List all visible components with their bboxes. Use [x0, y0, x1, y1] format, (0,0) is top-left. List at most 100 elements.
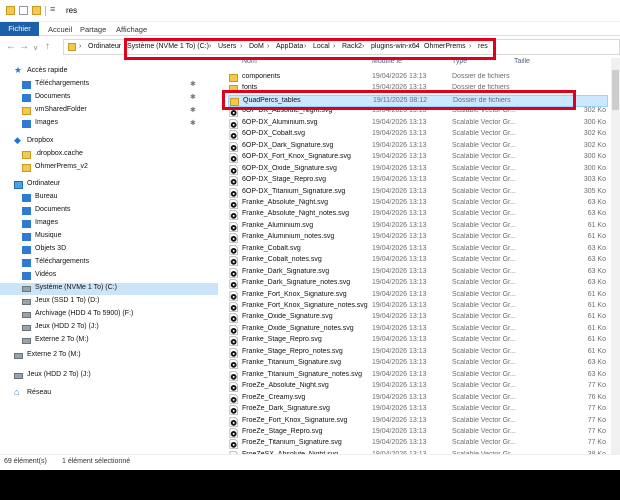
folder-row[interactable]: QuadPercs_tables 19/11/2025 08:12 Dossier …	[228, 94, 608, 107]
file-row[interactable]: FroeZe_Stage_Repro.svg 19/04/2026 13:13 Sc…	[228, 427, 608, 439]
tab-home[interactable]: Accueil	[48, 25, 72, 34]
nav-item[interactable]: .dropbox.cache	[22, 149, 200, 161]
breadcrumb-item[interactable]: Local	[313, 43, 330, 50]
breadcrumb-chevron-icon[interactable]: ›	[267, 43, 269, 50]
nav-item[interactable]: Images ✱	[22, 118, 200, 130]
nav-item[interactable]: Système (NVMe 1 To) (C:)	[0, 283, 218, 295]
pin-icon[interactable]: ✱	[190, 119, 196, 127]
nav-item[interactable]: Musique	[22, 231, 200, 243]
nav-item[interactable]: OhmerPrems_v2	[22, 162, 200, 174]
pin-icon[interactable]: ✱	[190, 93, 196, 101]
breadcrumb-chevron-icon[interactable]: ›	[333, 43, 335, 50]
recent-locations-icon[interactable]: ∨	[33, 44, 38, 52]
breadcrumb-item[interactable]: DoM	[249, 43, 264, 50]
nav-item[interactable]: Jeux (HDD 2 To) (J:)	[14, 370, 200, 382]
file-row[interactable]: Franke_Absolute_Night_notes.svg 19/04/202…	[228, 209, 608, 221]
file-row[interactable]: FroeZe_Creamy.svg 19/04/2026 13:13 Scalabl…	[228, 393, 608, 405]
nav-item[interactable]: Objets 3D	[22, 244, 200, 256]
file-row[interactable]: Franke_Cobalt.svg 19/04/2026 13:13 Scalabl…	[228, 244, 608, 256]
file-row[interactable]: FroeZe_Fort_Knox_Signature.svg 19/04/2026…	[228, 416, 608, 428]
nav-item[interactable]: Téléchargements ✱	[22, 79, 200, 91]
file-row[interactable]: Franke_Dark_Signature_notes.svg 19/04/202…	[228, 278, 608, 290]
nav-item[interactable]: Bureau	[22, 192, 200, 204]
file-row[interactable]: Franke_Titanium_Signature_notes.svg 19/04…	[228, 370, 608, 382]
tab-file[interactable]: Fichier	[0, 22, 39, 36]
file-row[interactable]: Franke_Dark_Signature.svg 19/04/2026 13:1…	[228, 267, 608, 279]
nav-item[interactable]: vmSharedFolder ✱	[22, 105, 200, 117]
column-header-size[interactable]: Taille	[514, 58, 530, 65]
nav-item[interactable]: Jeux (HDD 2 To) (J:)	[22, 322, 200, 334]
nav-item[interactable]: Documents	[22, 205, 200, 217]
file-row[interactable]: 6OP-DX_Absolute_Night.svg 19/04/2026 13:1…	[228, 106, 608, 118]
file-row[interactable]: 6OP-DX_Cobalt.svg 19/04/2026 13:13 Scalabl…	[228, 129, 608, 141]
breadcrumb-item[interactable]: Système (NVMe 1 To) (C:)	[127, 43, 209, 50]
file-row[interactable]: Franke_Oxide_Signature.svg 19/04/2026 13:…	[228, 312, 608, 324]
file-row[interactable]: Franke_Fort_Knox_Signature.svg 19/04/2026…	[228, 290, 608, 302]
column-header-type[interactable]: Type	[452, 58, 467, 65]
forward-icon[interactable]: →	[19, 41, 29, 52]
column-header-modified[interactable]: Modifié le	[372, 58, 402, 65]
file-row[interactable]: FroeZe_Titanium_Signature.svg 19/04/2026 …	[228, 438, 608, 450]
file-row[interactable]: 6OP-DX_Fort_Knox_Signature.svg 19/04/2026…	[228, 152, 608, 164]
file-row[interactable]: FroeZe_Dark_Signature.svg 19/04/2026 13:1…	[228, 404, 608, 416]
file-row[interactable]: 6OP-DX_Oxide_Signature.svg 19/04/2026 13:…	[228, 164, 608, 176]
customize-toolbar-icon[interactable]: ≡	[50, 4, 55, 14]
scrollbar-thumb[interactable]	[612, 70, 619, 110]
file-row[interactable]: Franke_Absolute_Night.svg 19/04/2026 13:1…	[228, 198, 608, 210]
file-row[interactable]: 6OP-DX_Stage_Repro.svg 19/04/2026 13:13 Sc…	[228, 175, 608, 187]
properties-icon[interactable]	[19, 6, 28, 15]
file-row[interactable]: Franke_Cobalt_notes.svg 19/04/2026 13:13 S…	[228, 255, 608, 267]
pin-icon[interactable]: ✱	[190, 80, 196, 88]
breadcrumb-chevron-icon[interactable]: ›	[240, 43, 242, 50]
breadcrumb-item[interactable]: plugins-win-x64	[371, 43, 420, 50]
nav-item[interactable]: Externe 2 To (M:)	[14, 350, 200, 362]
breadcrumb-item[interactable]: OhmerPrems	[424, 43, 466, 50]
file-row[interactable]: Franke_Stage_Repro_notes.svg 19/04/2026 1…	[228, 347, 608, 359]
nav-item[interactable]: Vidéos	[22, 270, 200, 282]
file-row[interactable]: 6OP-DX_Aluminium.svg 19/04/2026 13:13 Scal…	[228, 118, 608, 130]
address-bar[interactable]: › Ordinateur › Système (NVMe 1 To) (C:) › Use…	[63, 39, 620, 55]
nav-item[interactable]: ◆ Dropbox	[14, 135, 200, 148]
nav-item[interactable]: ⌂ Réseau	[14, 387, 200, 400]
vertical-scrollbar[interactable]	[611, 58, 620, 454]
up-icon[interactable]: ↑	[45, 41, 50, 52]
breadcrumb-item[interactable]: Ordinateur	[88, 43, 121, 50]
file-row[interactable]: 6OP-DX_Titanium_Signature.svg 19/04/2026 …	[228, 187, 608, 199]
breadcrumb-item[interactable]: res	[478, 43, 488, 50]
breadcrumb-item[interactable]: AppData	[276, 43, 303, 50]
file-row[interactable]: Franke_Fort_Knox_Signature_notes.svg 19/0…	[228, 301, 608, 313]
nav-item[interactable]: Téléchargements	[22, 257, 200, 269]
nav-item[interactable]: Externe 2 To (M:)	[22, 335, 200, 347]
file-row[interactable]: 6OP-DX_Dark_Signature.svg 19/04/2026 13:1…	[228, 141, 608, 153]
folder-row[interactable]: components 19/04/2026 13:13 Dossier de fic…	[228, 72, 608, 84]
breadcrumb-chevron-icon[interactable]: ›	[304, 43, 306, 50]
nav-item[interactable]: Documents ✱	[22, 92, 200, 104]
new-folder-icon[interactable]	[32, 6, 41, 15]
file-row[interactable]: FroeZe_Absolute_Night.svg 19/04/2026 13:1…	[228, 381, 608, 393]
file-row[interactable]: Franke_Aluminium.svg 19/04/2026 13:13 Scal…	[228, 221, 608, 233]
breadcrumb-chevron-icon[interactable]: ›	[79, 43, 81, 50]
breadcrumb-item[interactable]: Users	[218, 43, 236, 50]
nav-item[interactable]: Images	[22, 218, 200, 230]
back-icon[interactable]: ←	[6, 41, 16, 52]
breadcrumb-chevron-icon[interactable]: ›	[415, 43, 417, 50]
nav-item[interactable]: Ordinateur	[14, 179, 200, 191]
tab-view[interactable]: Affichage	[116, 25, 147, 34]
tab-share[interactable]: Partage	[80, 25, 106, 34]
folder-row[interactable]: fonts 19/04/2026 13:13 Dossier de fichiers	[228, 83, 608, 95]
breadcrumb-chevron-icon[interactable]: ›	[362, 43, 364, 50]
breadcrumb-chevron-icon[interactable]: ›	[209, 43, 211, 50]
file-row[interactable]: Franke_Oxide_Signature_notes.svg 19/04/20…	[228, 324, 608, 336]
breadcrumb-item[interactable]: Rack2	[342, 43, 362, 50]
file-row[interactable]: Franke_Titanium_Signature.svg 19/04/2026 …	[228, 358, 608, 370]
breadcrumb-chevron-icon[interactable]: ›	[118, 43, 120, 50]
file-row[interactable]: Franke_Aluminium_notes.svg 19/04/2026 13:…	[228, 232, 608, 244]
file-row[interactable]: Franke_Stage_Repro.svg 19/04/2026 13:13 Sc…	[228, 335, 608, 347]
nav-item[interactable]: Archivage (HDD 4 To 5900) (F:)	[22, 309, 200, 321]
folder-icon[interactable]	[6, 6, 15, 15]
nav-item[interactable]: Jeux (SSD 1 To) (D:)	[22, 296, 200, 308]
breadcrumb-chevron-icon[interactable]: ›	[469, 43, 471, 50]
column-header-name[interactable]: Nom	[242, 58, 257, 65]
nav-item[interactable]: ★ Accès rapide	[14, 65, 200, 78]
pin-icon[interactable]: ✱	[190, 106, 196, 114]
